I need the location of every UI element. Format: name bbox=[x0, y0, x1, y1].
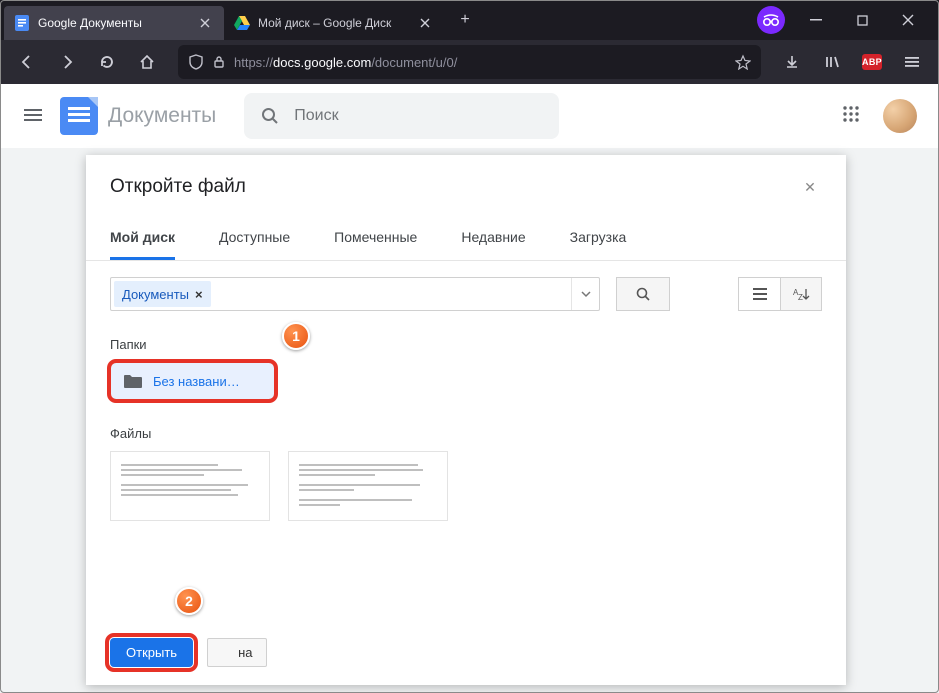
folder-name: Без названи… bbox=[153, 374, 262, 389]
search-bar[interactable]: Поиск bbox=[244, 93, 558, 139]
folder-icon bbox=[123, 373, 143, 389]
open-button[interactable]: Открыть bbox=[110, 638, 193, 667]
search-icon bbox=[260, 106, 280, 126]
forward-button[interactable] bbox=[50, 45, 84, 79]
cancel-button[interactable]: на bbox=[207, 638, 267, 667]
home-button[interactable] bbox=[130, 45, 164, 79]
url-text: https://docs.google.com/document/u/0/ bbox=[234, 55, 727, 70]
toolbar: https://docs.google.com/document/u/0/ AB… bbox=[0, 40, 939, 84]
library-button[interactable] bbox=[815, 45, 849, 79]
bookmark-icon[interactable] bbox=[735, 54, 751, 70]
address-bar[interactable]: https://docs.google.com/document/u/0/ bbox=[178, 45, 761, 79]
drive-favicon bbox=[234, 15, 250, 31]
tab-google-docs[interactable]: Google Документы bbox=[4, 6, 224, 40]
menu-icon[interactable] bbox=[22, 104, 46, 128]
window-close[interactable] bbox=[885, 0, 931, 40]
tab-upload[interactable]: Загрузка bbox=[570, 217, 627, 260]
shield-icon bbox=[188, 54, 204, 70]
search-button[interactable] bbox=[616, 277, 670, 311]
tab-my-drive[interactable]: Мой диск bbox=[110, 217, 175, 260]
account-avatar[interactable] bbox=[883, 99, 917, 133]
chevron-down-icon[interactable] bbox=[571, 278, 599, 310]
tab-google-drive[interactable]: Мой диск – Google Диск bbox=[224, 6, 444, 40]
list-view-button[interactable] bbox=[738, 277, 780, 311]
svg-text:Z: Z bbox=[798, 293, 803, 301]
dialog-title: Откройте файл bbox=[110, 176, 798, 198]
tab-label: Мой диск – Google Диск bbox=[258, 16, 408, 30]
folder-item[interactable]: Без названи… bbox=[110, 362, 275, 400]
dialog-footer: Открыть на bbox=[86, 626, 846, 685]
tab-shared[interactable]: Доступные bbox=[219, 217, 290, 260]
file-thumbnail[interactable] bbox=[110, 451, 270, 521]
window-maximize[interactable] bbox=[839, 0, 885, 40]
callout-1: 1 bbox=[282, 322, 310, 350]
filter-input[interactable] bbox=[214, 278, 571, 310]
tab-close-icon[interactable] bbox=[416, 14, 434, 32]
file-thumbnail[interactable] bbox=[288, 451, 448, 521]
search-placeholder: Поиск bbox=[294, 107, 338, 125]
dialog-close-button[interactable]: ✕ bbox=[798, 175, 822, 199]
tab-strip: Google Документы Мой диск – Google Диск … bbox=[0, 0, 939, 40]
menu-button[interactable] bbox=[895, 45, 929, 79]
callout-2: 2 bbox=[175, 587, 203, 615]
apps-icon[interactable] bbox=[841, 104, 865, 128]
docs-logo[interactable] bbox=[60, 97, 98, 135]
filter-chip-label: Документы bbox=[122, 287, 189, 302]
files-label: Файлы bbox=[110, 426, 822, 441]
reload-button[interactable] bbox=[90, 45, 124, 79]
sort-button[interactable]: AZ bbox=[780, 277, 822, 311]
file-list[interactable]: Папки Без названи… Файлы bbox=[86, 321, 846, 626]
tab-close-icon[interactable] bbox=[196, 14, 214, 32]
incognito-icon bbox=[757, 6, 785, 34]
tab-label: Google Документы bbox=[38, 16, 188, 30]
lock-icon bbox=[212, 55, 226, 69]
folders-label: Папки bbox=[110, 337, 822, 352]
docs-favicon bbox=[14, 15, 30, 31]
dialog-tabs: Мой диск Доступные Помеченные Недавние З… bbox=[86, 217, 846, 261]
window-minimize[interactable] bbox=[793, 0, 839, 40]
filter-chip[interactable]: Документы × bbox=[114, 281, 211, 307]
new-tab-button[interactable]: + bbox=[450, 5, 480, 35]
filter-dropdown[interactable]: Документы × bbox=[110, 277, 600, 311]
downloads-button[interactable] bbox=[775, 45, 809, 79]
abp-button[interactable]: ABP bbox=[855, 45, 889, 79]
chip-remove-icon[interactable]: × bbox=[195, 287, 203, 302]
tab-recent[interactable]: Недавние bbox=[461, 217, 525, 260]
docs-header: Документы Поиск bbox=[0, 84, 939, 148]
back-button[interactable] bbox=[10, 45, 44, 79]
tab-starred[interactable]: Помеченные bbox=[334, 217, 417, 260]
app-title: Документы bbox=[108, 104, 216, 128]
